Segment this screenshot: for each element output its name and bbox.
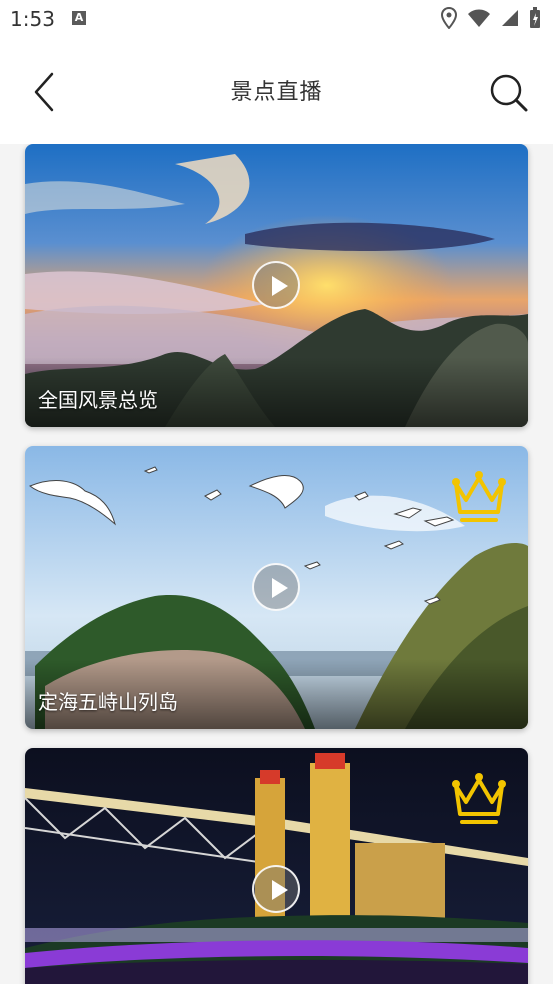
live-card[interactable]: 定海五峙山列岛 (25, 446, 528, 729)
card-title: 全国风景总览 (38, 388, 158, 412)
status-icons (441, 7, 541, 29)
battery-icon (530, 7, 540, 28)
live-card[interactable]: 全国风景总览 (25, 144, 528, 427)
notification-badge-icon: A (72, 11, 86, 25)
live-card[interactable] (25, 748, 528, 984)
play-icon[interactable] (252, 261, 300, 309)
play-icon[interactable] (252, 563, 300, 611)
card-title: 定海五峙山列岛 (38, 690, 178, 714)
page-title: 景点直播 (230, 80, 323, 105)
status-bar: 1:53 A (0, 0, 553, 38)
app-header: 景点直播 (0, 38, 553, 144)
crown-icon (452, 471, 506, 522)
status-time: 1:53 (10, 7, 55, 31)
signal-icon (502, 10, 518, 26)
play-icon[interactable] (252, 865, 300, 913)
search-button[interactable] (488, 72, 530, 114)
wifi-icon (468, 9, 490, 27)
scenic-live-list[interactable]: 全国风景总览 定海五峙山列岛 (0, 144, 553, 984)
search-icon (490, 74, 528, 112)
location-icon (441, 7, 457, 29)
crown-icon (452, 773, 506, 824)
